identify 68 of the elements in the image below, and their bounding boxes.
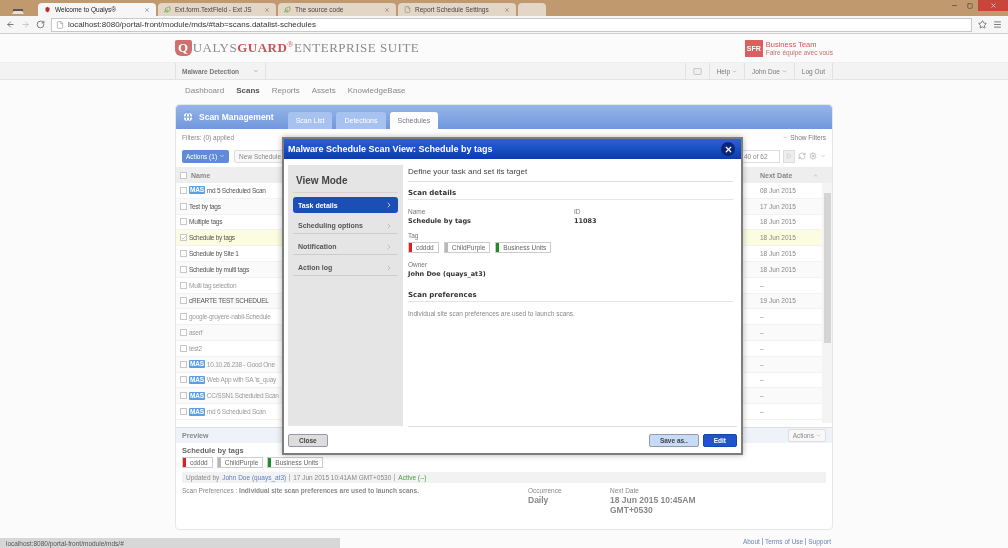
page-icon xyxy=(56,20,64,29)
row-checkbox[interactable] xyxy=(180,376,187,384)
back-icon[interactable] xyxy=(6,20,15,29)
star-icon[interactable] xyxy=(978,20,987,29)
minimize-icon xyxy=(950,2,958,9)
row-checkbox[interactable] xyxy=(180,344,187,352)
chevron-icon xyxy=(385,201,393,210)
shield-icon xyxy=(44,6,51,13)
menu-icon[interactable] xyxy=(993,20,1002,29)
reload-icon[interactable] xyxy=(36,20,45,29)
row-checkbox[interactable] xyxy=(180,186,187,194)
globe-icon xyxy=(182,111,194,123)
row-checkbox[interactable] xyxy=(180,250,187,258)
row-checkbox[interactable] xyxy=(180,313,187,321)
caret-icon xyxy=(219,153,226,159)
leaf-icon xyxy=(284,6,291,13)
next-date-value: 18 Jun 2015 10:45AM GMT+0530 xyxy=(610,495,697,515)
row-checkbox[interactable] xyxy=(180,202,187,210)
caret-icon xyxy=(781,68,787,74)
refresh-icon[interactable] xyxy=(798,152,806,160)
row-checkbox[interactable] xyxy=(180,329,187,337)
row-checkbox[interactable] xyxy=(180,360,187,368)
address-field[interactable]: localhost:8080/portal-front/module/mds/#tab=scans.datalist-schedules xyxy=(51,17,972,32)
restore-icon xyxy=(967,2,973,9)
leaf-icon xyxy=(164,6,171,13)
row-checkbox[interactable] xyxy=(180,265,187,273)
row-checkbox[interactable] xyxy=(180,281,187,289)
row-checkbox[interactable] xyxy=(180,218,187,226)
close-button[interactable] xyxy=(721,142,735,157)
close-icon xyxy=(723,144,733,154)
chevron-icon xyxy=(385,263,393,272)
caret-icon xyxy=(253,68,260,74)
row-checkbox[interactable] xyxy=(180,408,187,416)
caret-icon xyxy=(783,134,789,140)
menu-item[interactable]: Reports xyxy=(271,85,300,95)
menu-item[interactable]: KnowledgeBase xyxy=(347,85,406,95)
row-checkbox[interactable] xyxy=(180,234,187,242)
settings-icon[interactable] xyxy=(809,152,817,160)
menu-item[interactable]: Assets xyxy=(311,85,336,95)
menu-item[interactable]: Scans xyxy=(236,85,260,95)
select-all-checkbox[interactable] xyxy=(180,171,187,179)
new-tab-button[interactable] xyxy=(518,3,546,16)
play-icon xyxy=(786,153,792,159)
modal-title: Malware Schedule Scan View: Schedule by tags xyxy=(288,144,493,155)
caret-icon xyxy=(732,68,738,74)
mode-title: View Mode xyxy=(293,171,398,194)
caret-icon xyxy=(816,433,821,438)
close-icon[interactable] xyxy=(384,6,390,13)
next-page-button[interactable] xyxy=(783,149,795,163)
close-icon[interactable] xyxy=(264,6,270,13)
row-checkbox[interactable] xyxy=(180,297,187,305)
check-icon xyxy=(181,234,186,241)
sort-icon xyxy=(813,172,818,178)
occurrence-value: Daily xyxy=(528,495,550,505)
caret-icon[interactable] xyxy=(820,153,826,159)
chevron-icon xyxy=(385,242,393,251)
page-icon xyxy=(404,6,411,13)
row-checkbox[interactable] xyxy=(180,392,187,400)
forward-icon[interactable] xyxy=(21,20,30,29)
close-icon[interactable] xyxy=(144,6,150,13)
menu-item[interactable]: Dashboard xyxy=(185,85,225,95)
close-icon[interactable] xyxy=(504,6,510,13)
chevron-icon xyxy=(385,221,393,230)
panel-title: Scan Management xyxy=(199,112,274,122)
close-icon xyxy=(989,2,997,9)
scrollbar[interactable] xyxy=(822,183,832,423)
product-logo: Q UALYSGUARD®ENTERPRISE SUITE xyxy=(175,40,420,56)
modal-intro: Define your task and set its target xyxy=(408,165,733,183)
